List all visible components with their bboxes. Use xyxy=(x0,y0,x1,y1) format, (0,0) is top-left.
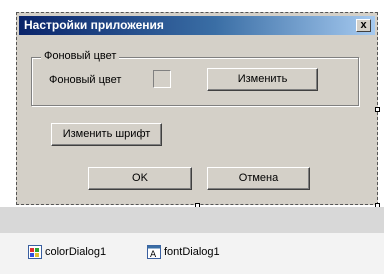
change-font-button[interactable]: Изменить шрифт xyxy=(51,123,162,146)
tray-item-label: fontDialog1 xyxy=(164,246,220,258)
designer-divider xyxy=(0,207,384,233)
change-color-button[interactable]: Изменить xyxy=(207,68,318,91)
close-icon: x xyxy=(360,19,367,31)
groupbox-title: Фоновый цвет xyxy=(41,50,120,62)
color-dialog-icon xyxy=(28,245,42,259)
close-button[interactable]: x xyxy=(356,19,371,32)
background-color-label: Фоновый цвет xyxy=(49,74,122,86)
ok-button[interactable]: OK xyxy=(88,167,192,190)
svg-text:A: A xyxy=(150,250,157,259)
color-swatch xyxy=(153,70,171,88)
form-window[interactable]: Настройки приложения x Фоновый цвет Фоно… xyxy=(16,12,378,205)
tray-item-label: colorDialog1 xyxy=(45,246,107,258)
font-dialog-icon: A xyxy=(147,245,161,260)
window-title: Настройки приложения xyxy=(24,18,164,32)
tray-item-color-dialog[interactable]: colorDialog1 xyxy=(28,245,106,259)
cancel-button[interactable]: Отмена xyxy=(207,167,310,190)
resize-handle-right[interactable] xyxy=(375,107,380,112)
tray-item-font-dialog[interactable]: A fontDialog1 xyxy=(147,245,220,260)
title-bar: Настройки приложения x xyxy=(19,16,375,35)
